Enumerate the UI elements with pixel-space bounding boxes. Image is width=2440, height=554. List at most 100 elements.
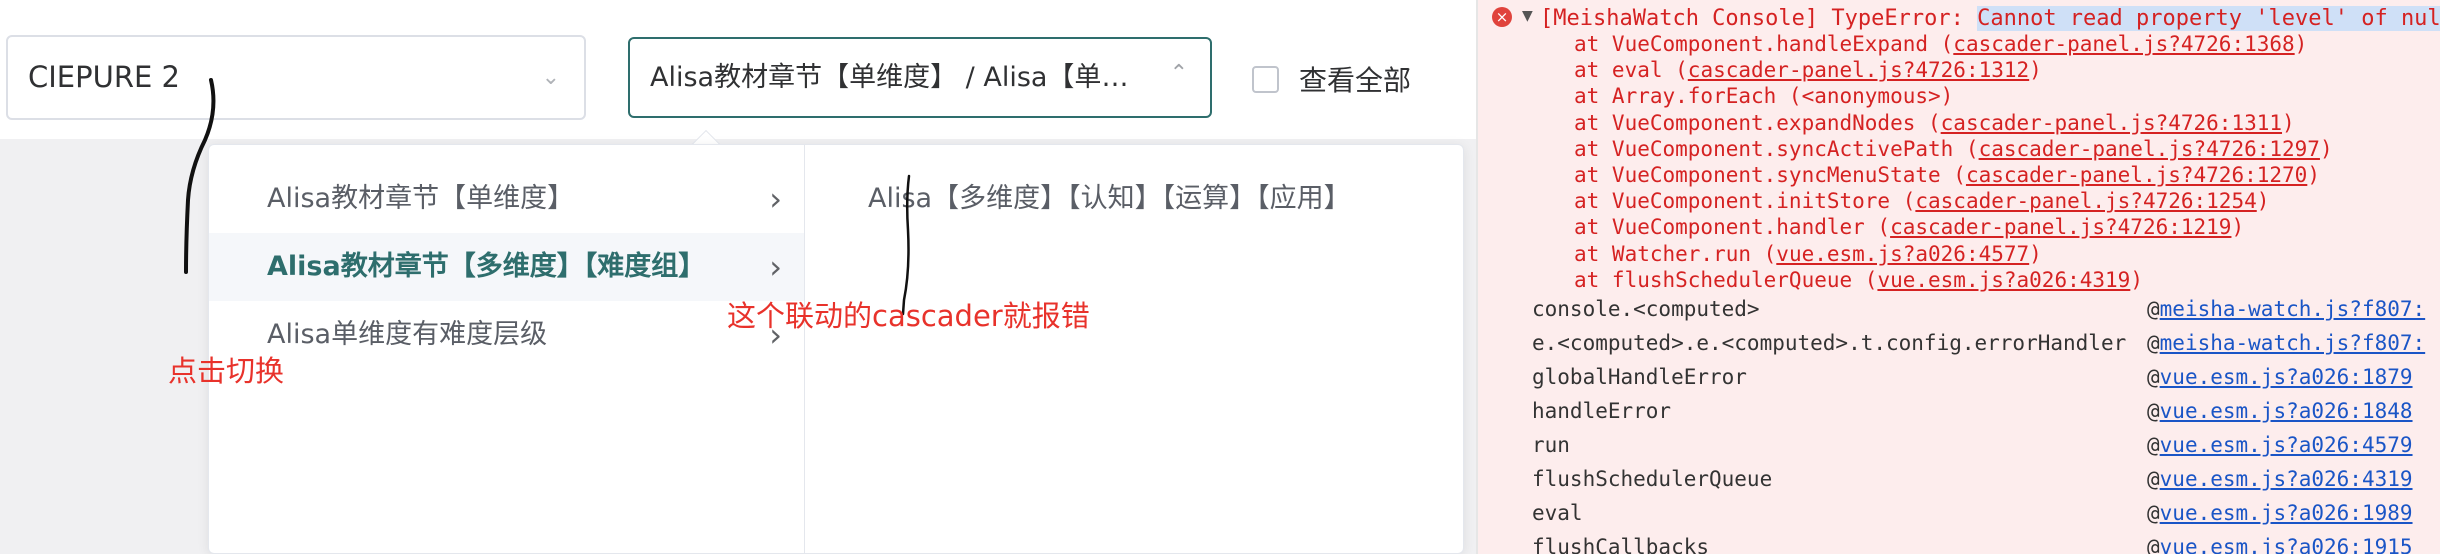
stack-frame-end: )	[2256, 189, 2270, 214]
stack-trace-line: at VueComponent.handler (cascader-panel.…	[1574, 214, 2333, 240]
handler-function: e.<computed>.e.<computed>.t.config.error…	[1532, 331, 2127, 355]
filter-toolbar: CIEPURE 2 ⌄ Alisa教材章节【单维度】 / Alisa【单维度】 …	[0, 0, 1476, 139]
annotation-click-switch: 点击切换	[168, 354, 285, 388]
devtools-console: × ▼ [MeishaWatch Console] TypeError: Can…	[1476, 0, 2440, 554]
stack-frame-end: )	[2231, 215, 2245, 240]
cascader-option[interactable]: Alisa教材章节【单维度】 ›	[209, 165, 804, 233]
handler-function: flushCallbacks	[1532, 535, 1710, 554]
stack-source-link[interactable]: cascader-panel.js?4726:1311	[1941, 111, 2282, 135]
stack-frame-end: )	[2029, 241, 2042, 266]
handler-function: handleError	[1532, 399, 1672, 423]
handler-source-link[interactable]: vue.esm.js?a026:4319	[2160, 467, 2413, 491]
handler-trace: console.<computed> @meisha-watch.js?f807:…	[1478, 292, 2440, 554]
at-symbol: @	[2147, 399, 2160, 423]
error-highlight: Cannot read property 'level' of null	[1977, 6, 2440, 31]
handler-function: console.<computed>	[1532, 297, 1760, 321]
annotation-cascader-error: 这个联动的cascader就报错	[727, 299, 1090, 333]
error-prefix: [MeishaWatch Console] TypeError:	[1540, 6, 1978, 31]
stack-frame: at VueComponent.syncActivePath (	[1574, 136, 1979, 161]
stack-source-link[interactable]: cascader-panel.js?4726:1312	[1688, 58, 2029, 82]
stack-source-link[interactable]: cascader-panel.js?4726:1270	[1966, 163, 2307, 187]
stack-source-link[interactable]: vue.esm.js?a026:4319	[1877, 268, 2130, 292]
handler-row: flushCallbacks @vue.esm.js?a026:1915	[1478, 530, 2440, 554]
stack-source-link[interactable]: cascader-panel.js?4726:1368	[1953, 32, 2294, 56]
cascader-option-label: Alisa【多维度】【认知】【运算】【应用】	[868, 183, 1351, 214]
stack-frame-end: )	[2307, 162, 2320, 187]
handler-source-link[interactable]: vue.esm.js?a026:1989	[2160, 501, 2413, 525]
at-symbol: @	[2147, 365, 2160, 389]
stack-frame: at Watcher.run (	[1574, 241, 1777, 266]
stack-trace: at VueComponent.handleExpand (cascader-p…	[1574, 31, 2333, 293]
stack-frame: at VueComponent.handleExpand (	[1574, 32, 1954, 56]
course-select[interactable]: CIEPURE 2 ⌄	[6, 35, 586, 120]
error-message: [MeishaWatch Console] TypeError: Cannot …	[1540, 5, 2440, 32]
at-symbol: @	[2147, 331, 2160, 355]
stack-frame-end: )	[2130, 267, 2143, 292]
at-symbol: @	[2147, 297, 2160, 321]
stack-trace-line: at Watcher.run (vue.esm.js?a026:4577)	[1574, 241, 2333, 267]
handler-row: handleError @vue.esm.js?a026:1848	[1478, 394, 2440, 428]
stack-trace-line: at eval (cascader-panel.js?4726:1312)	[1574, 57, 2333, 83]
cascader-option-label: Alisa单维度有难度层级	[267, 319, 548, 350]
handler-source-link[interactable]: vue.esm.js?a026:1879	[2160, 365, 2413, 389]
cascader-option-active[interactable]: Alisa教材章节【多维度】【难度组】 ›	[209, 233, 804, 301]
handler-row: flushSchedulerQueue @vue.esm.js?a026:4319	[1478, 462, 2440, 496]
at-symbol: @	[2147, 535, 2160, 554]
checkbox-icon[interactable]	[1252, 65, 1279, 93]
stack-frame: at Array.forEach (<anonymous>)	[1574, 84, 1954, 109]
at-symbol: @	[2147, 467, 2160, 491]
stack-source-link[interactable]: cascader-panel.js?4726:1254	[1915, 189, 2256, 213]
stack-source-link[interactable]: cascader-panel.js?4726:1219	[1890, 215, 2231, 239]
at-symbol: @	[2147, 433, 2160, 457]
handler-source-link[interactable]: vue.esm.js?a026:1915	[2160, 535, 2413, 554]
handler-row: run @vue.esm.js?a026:4579	[1478, 428, 2440, 462]
handler-source: @meisha-watch.js?f807:	[2147, 326, 2425, 360]
cascader-option[interactable]: Alisa单维度有难度层级 ›	[209, 301, 804, 369]
handler-source: @vue.esm.js?a026:4319	[2147, 462, 2413, 496]
console-error-header[interactable]: × ▼ [MeishaWatch Console] TypeError: Can…	[1478, 5, 2440, 32]
cascader-option[interactable]: Alisa【多维度】【认知】【运算】【应用】	[806, 165, 1464, 233]
chevron-down-icon: ⌄	[541, 65, 560, 90]
handler-row: globalHandleError @vue.esm.js?a026:1879	[1478, 360, 2440, 394]
handler-source: @meisha-watch.js?f807:	[2147, 292, 2425, 326]
stack-trace-line: at VueComponent.initStore (cascader-pane…	[1574, 188, 2333, 214]
view-all-label: 查看全部	[1299, 64, 1412, 97]
stack-frame: at flushSchedulerQueue (	[1574, 267, 1878, 292]
stack-trace-line: at VueComponent.expandNodes (cascader-pa…	[1574, 110, 2333, 136]
chevron-right-icon: ›	[769, 180, 782, 218]
handler-source: @vue.esm.js?a026:1989	[2147, 496, 2413, 530]
stack-frame-end: )	[2029, 58, 2042, 83]
handler-row: eval @vue.esm.js?a026:1989	[1478, 496, 2440, 530]
view-all-checkbox[interactable]: 查看全部	[1252, 62, 1412, 97]
stack-frame: at VueComponent.initStore (	[1574, 189, 1916, 214]
expand-triangle-icon[interactable]: ▼	[1522, 8, 1533, 24]
stack-frame: at VueComponent.syncMenuState (	[1574, 162, 1966, 187]
handler-source: @vue.esm.js?a026:4579	[2147, 428, 2413, 462]
handler-row: e.<computed>.e.<computed>.t.config.error…	[1478, 326, 2440, 360]
stack-trace-line: at VueComponent.handleExpand (cascader-p…	[1574, 31, 2333, 57]
stack-trace-line: at flushSchedulerQueue (vue.esm.js?a026:…	[1574, 267, 2333, 293]
stack-frame-end: )	[2294, 32, 2308, 56]
chapter-cascader-value: Alisa教材章节【单维度】 / Alisa【单维度】	[650, 62, 1150, 93]
error-circle-icon: ×	[1492, 7, 1512, 27]
handler-source-link[interactable]: vue.esm.js?a026:4579	[2160, 433, 2413, 457]
handler-source-link[interactable]: vue.esm.js?a026:1848	[2160, 399, 2413, 423]
handler-source-link[interactable]: meisha-watch.js?f807:	[2160, 297, 2426, 321]
handler-source-link[interactable]: meisha-watch.js?f807:	[2160, 331, 2426, 355]
handler-row: console.<computed> @meisha-watch.js?f807:	[1478, 292, 2440, 326]
handler-function: eval	[1532, 501, 1583, 525]
handler-source: @vue.esm.js?a026:1915	[2147, 530, 2413, 554]
at-symbol: @	[2147, 501, 2160, 525]
stack-source-link[interactable]: vue.esm.js?a026:4577	[1776, 242, 2029, 266]
app-pane: CIEPURE 2 ⌄ Alisa教材章节【单维度】 / Alisa【单维度】 …	[0, 0, 1476, 554]
handler-source: @vue.esm.js?a026:1848	[2147, 394, 2413, 428]
chevron-up-icon: ⌃	[1169, 61, 1188, 86]
cascader-option-label: Alisa教材章节【单维度】	[267, 183, 575, 214]
stack-frame: at VueComponent.expandNodes (	[1574, 110, 1941, 135]
stack-source-link[interactable]: cascader-panel.js?4726:1297	[1979, 137, 2320, 161]
chapter-cascader[interactable]: Alisa教材章节【单维度】 / Alisa【单维度】 ⌃	[628, 37, 1212, 118]
course-select-value: CIEPURE 2	[28, 60, 180, 94]
cascader-menu-level-1: Alisa教材章节【单维度】 › Alisa教材章节【多维度】【难度组】 › A…	[209, 145, 805, 554]
stack-trace-line: at VueComponent.syncActivePath (cascader…	[1574, 136, 2333, 162]
stack-frame: at VueComponent.handler (	[1574, 215, 1891, 240]
